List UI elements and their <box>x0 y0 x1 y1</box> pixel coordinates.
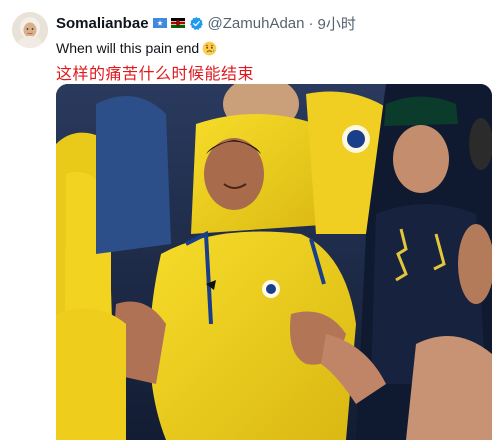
display-name[interactable]: Somalianbae <box>56 15 149 32</box>
translation-caption: 这样的痛苦什么时候能结束 <box>56 66 255 83</box>
separator-dot: · <box>308 14 314 32</box>
tweet-text: When will this pain end <box>56 40 217 56</box>
avatar-image <box>12 12 48 48</box>
tweet-header: Somalianbae @ZamuhAdan · 9小时 <box>56 12 356 34</box>
handle[interactable]: @ZamuhAdan <box>208 15 305 32</box>
avatar[interactable] <box>12 12 48 48</box>
tweet-media-photo[interactable] <box>56 84 492 440</box>
kenya-flag-icon <box>170 18 185 28</box>
tweet-text-content: When will this pain end <box>56 40 200 56</box>
verified-badge-icon <box>189 16 203 30</box>
somalia-flag-icon <box>152 18 167 28</box>
photo-illustration <box>56 84 492 440</box>
worried-face-emoji <box>202 41 217 55</box>
tweet-card: Somalianbae @ZamuhAdan · 9小时 When will t… <box>0 0 500 440</box>
timestamp[interactable]: 9小时 <box>318 13 356 34</box>
